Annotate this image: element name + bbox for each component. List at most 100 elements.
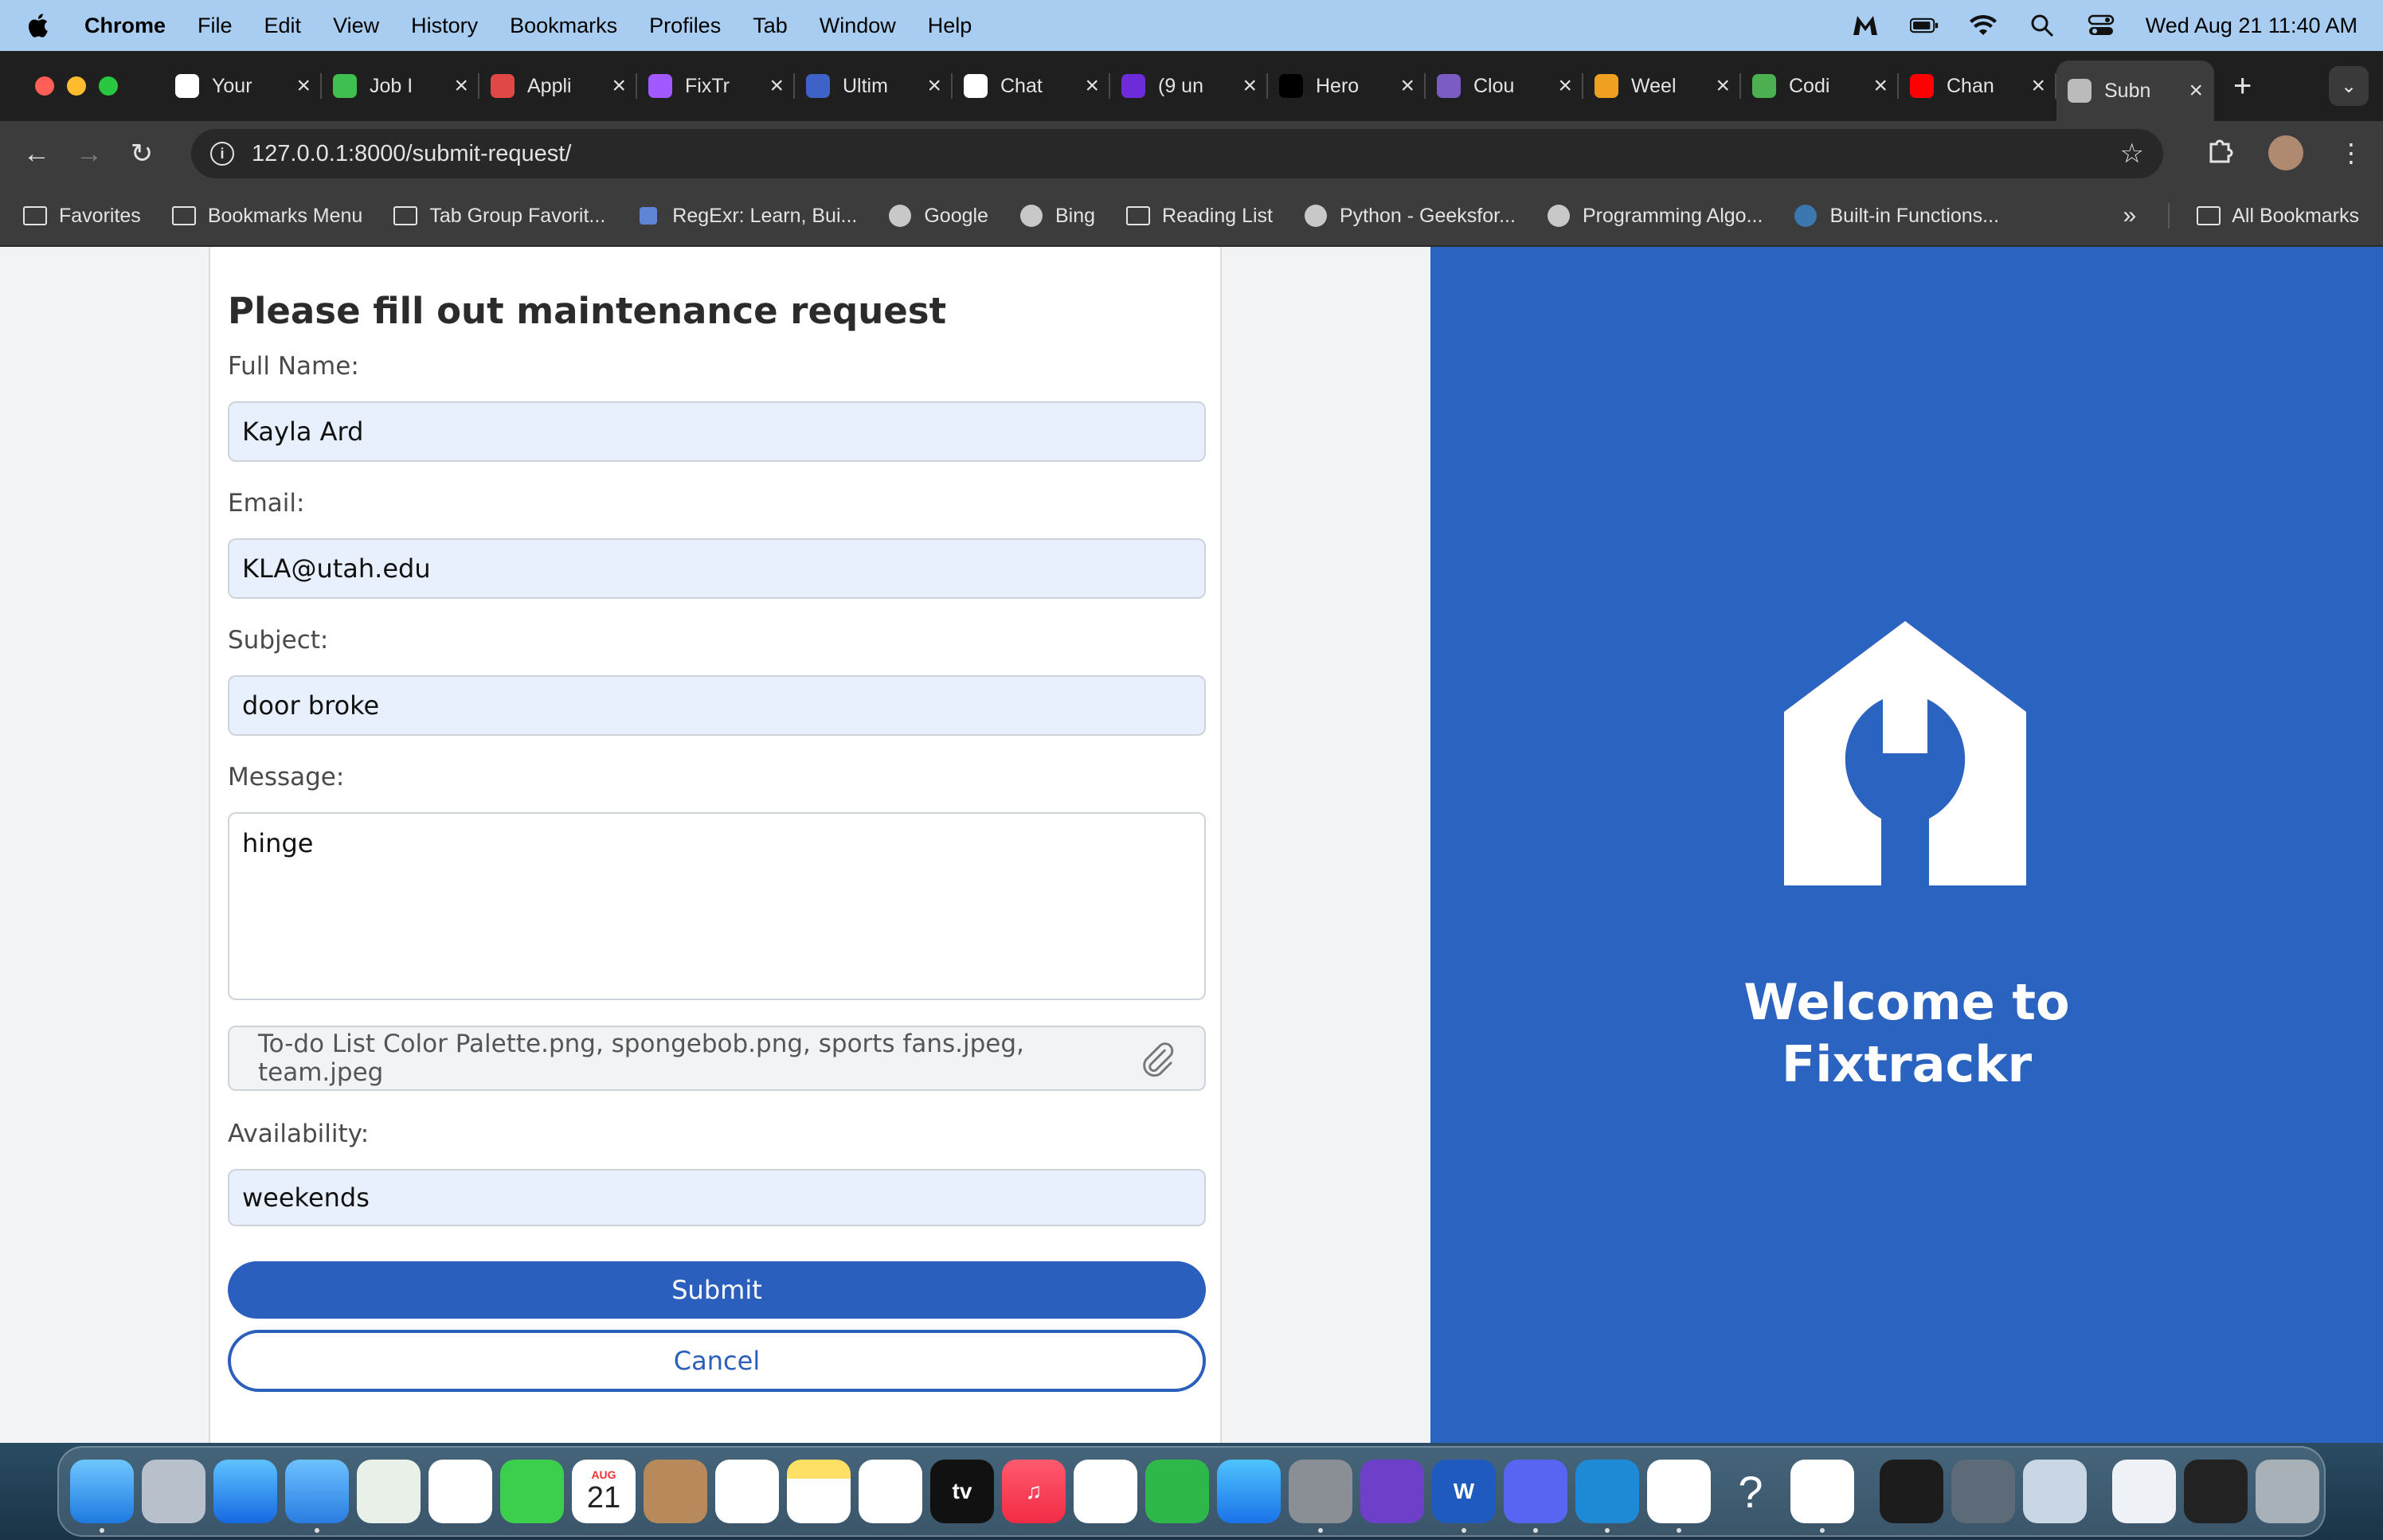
close-tab-icon[interactable]: × <box>2031 72 2045 100</box>
freeform-icon[interactable] <box>859 1460 922 1523</box>
reload-button[interactable]: ↻ <box>126 138 158 170</box>
calendar-icon[interactable]: AUG 21 <box>572 1460 636 1523</box>
close-window-button[interactable] <box>35 76 54 96</box>
menu-window[interactable]: Window <box>820 14 896 38</box>
bookmark-item[interactable]: Google <box>887 205 988 228</box>
word-icon[interactable]: W <box>1432 1460 1496 1533</box>
spotlight-search-icon[interactable] <box>2028 14 2056 37</box>
browser-tab[interactable]: Weel × <box>1583 61 1741 111</box>
vscode-icon[interactable] <box>1575 1460 1639 1533</box>
system-settings-icon[interactable] <box>1289 1460 1352 1533</box>
site-info-icon[interactable]: i <box>210 142 234 166</box>
activity-monitor-icon[interactable] <box>1880 1460 1943 1523</box>
menu-profiles[interactable]: Profiles <box>649 14 721 38</box>
apple-icon[interactable] <box>25 10 53 41</box>
submit-button[interactable]: Submit <box>228 1261 1206 1319</box>
subject-field[interactable]: door broke <box>228 675 1206 736</box>
help-icon[interactable]: ? <box>1719 1460 1782 1523</box>
browser-tab[interactable]: Your × <box>164 61 322 111</box>
close-tab-icon[interactable]: × <box>1400 72 1415 100</box>
close-tab-icon[interactable]: × <box>1873 72 1888 100</box>
menu-file[interactable]: File <box>198 14 233 38</box>
email-field[interactable]: KLA@utah.edu <box>228 538 1206 599</box>
close-tab-icon[interactable]: × <box>769 72 784 100</box>
attachments-file-input[interactable]: To-do List Color Palette.png, spongebob.… <box>228 1026 1206 1091</box>
close-tab-icon[interactable]: × <box>927 72 941 100</box>
notes-icon[interactable] <box>787 1460 851 1523</box>
trash-icon[interactable] <box>2256 1460 2319 1523</box>
forward-button[interactable]: → <box>73 138 105 170</box>
menu-help[interactable]: Help <box>928 14 972 38</box>
preview-icon[interactable] <box>2023 1460 2087 1523</box>
message-textarea[interactable]: hinge <box>228 812 1206 1000</box>
back-button[interactable]: ← <box>21 138 53 170</box>
reminders-icon[interactable] <box>715 1460 779 1523</box>
app-store-icon[interactable] <box>1217 1460 1281 1523</box>
bookmark-item[interactable]: Favorites <box>22 205 141 228</box>
full-name-field[interactable]: Kayla Ard <box>228 401 1206 462</box>
apple-tv-icon[interactable]: tv <box>930 1460 994 1523</box>
bookmarks-overflow-chevron-icon[interactable]: » <box>2123 202 2137 229</box>
browser-tab[interactable]: (9 un × <box>1110 61 1268 111</box>
cancel-button[interactable]: Cancel <box>228 1330 1206 1392</box>
zoom-window-button[interactable] <box>99 76 118 96</box>
new-tab-button[interactable]: + <box>2233 68 2252 104</box>
recent-document-icon[interactable] <box>2112 1460 2176 1523</box>
browser-tab[interactable]: Hero × <box>1268 61 1426 111</box>
browser-tab[interactable]: Chat × <box>953 61 1110 111</box>
close-tab-icon[interactable]: × <box>612 72 626 100</box>
bookmark-item[interactable]: RegExr: Learn, Bui... <box>636 205 857 228</box>
menu-tab[interactable]: Tab <box>753 14 788 38</box>
bookmark-item[interactable]: Built-in Functions... <box>1793 205 1999 228</box>
address-bar[interactable]: i 127.0.0.1:8000/submit-request/ ☆ <box>191 129 2163 178</box>
profile-avatar[interactable] <box>2268 135 2303 170</box>
contacts-icon[interactable] <box>644 1460 707 1523</box>
close-tab-icon[interactable]: × <box>454 72 468 100</box>
close-tab-icon[interactable]: × <box>1558 72 1572 100</box>
photos-icon[interactable] <box>428 1460 492 1523</box>
bookmark-item[interactable]: Python - Geeksfor... <box>1303 205 1516 228</box>
close-tab-icon[interactable]: × <box>1716 72 1730 100</box>
availability-field[interactable]: weekends <box>228 1169 1206 1226</box>
battery-icon[interactable] <box>1909 14 1939 37</box>
bookmark-item[interactable]: Bookmarks Menu <box>171 205 362 228</box>
menu-view[interactable]: View <box>333 14 379 38</box>
launchpad-icon[interactable] <box>142 1460 205 1523</box>
bookmark-star-icon[interactable]: ☆ <box>2120 138 2144 170</box>
mail-icon[interactable] <box>285 1460 349 1533</box>
safari-icon[interactable] <box>213 1460 277 1523</box>
control-center-icon[interactable] <box>2087 14 2115 37</box>
discord-icon[interactable] <box>1504 1460 1567 1533</box>
recent-folder-icon[interactable] <box>2184 1460 2248 1523</box>
github-desktop-icon[interactable] <box>1360 1460 1424 1523</box>
menu-clock[interactable]: Wed Aug 21 11:40 AM <box>2146 14 2358 38</box>
finder-icon[interactable] <box>70 1460 134 1533</box>
paperclip-icon[interactable] <box>1138 1039 1176 1077</box>
bookmark-item[interactable]: Tab Group Favorit... <box>393 205 605 228</box>
wifi-icon[interactable] <box>1969 14 1998 37</box>
browser-tab[interactable]: Clou × <box>1426 61 1583 111</box>
menu-history[interactable]: History <box>411 14 478 38</box>
malwarebytes-icon[interactable] <box>1851 14 1880 37</box>
browser-tab[interactable]: Ultim × <box>795 61 953 111</box>
menu-app-name[interactable]: Chrome <box>84 14 166 38</box>
bookmark-item[interactable]: Programming Algo... <box>1546 205 1763 228</box>
music-icon[interactable]: ♫ <box>1002 1460 1066 1523</box>
menu-bookmarks[interactable]: Bookmarks <box>510 14 617 38</box>
maps-icon[interactable] <box>357 1460 421 1523</box>
browser-tab[interactable]: Job I × <box>322 61 479 111</box>
chrome-menu-icon[interactable]: ⋮ <box>2338 138 2364 168</box>
facetime-icon[interactable] <box>500 1460 564 1523</box>
close-tab-icon[interactable]: × <box>2189 77 2203 104</box>
tab-search-button[interactable]: ⌄ <box>2329 66 2369 106</box>
numbers-icon[interactable] <box>1145 1460 1209 1523</box>
extensions-icon[interactable] <box>2206 136 2233 170</box>
quicktime-icon[interactable] <box>1951 1460 2015 1523</box>
minimize-window-button[interactable] <box>67 76 86 96</box>
news-icon[interactable] <box>1074 1460 1137 1523</box>
close-tab-icon[interactable]: × <box>1242 72 1257 100</box>
browser-tab[interactable]: Codi × <box>1741 61 1899 111</box>
menu-edit[interactable]: Edit <box>264 14 302 38</box>
address-url[interactable]: 127.0.0.1:8000/submit-request/ <box>252 141 571 167</box>
bookmark-item[interactable]: Bing <box>1019 205 1095 228</box>
